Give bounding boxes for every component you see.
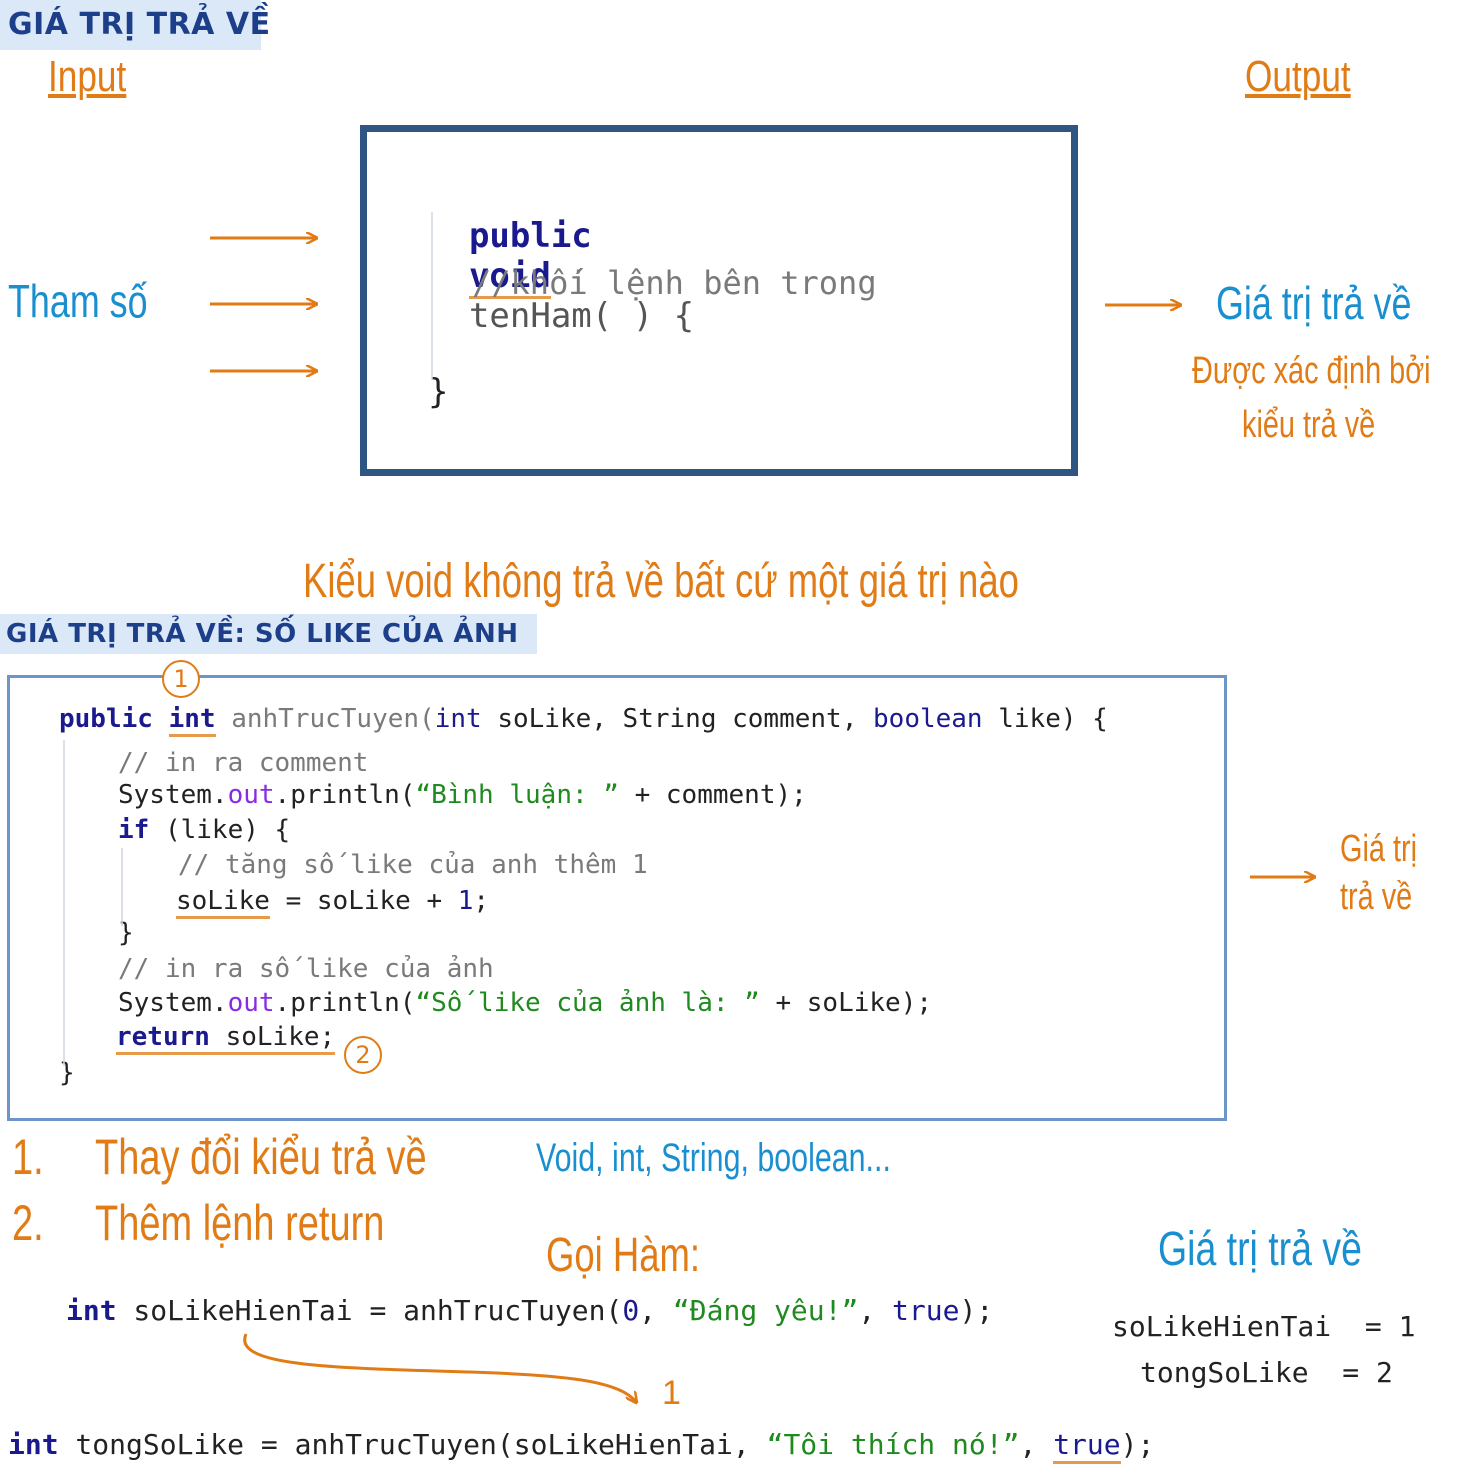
value-flow-arrow (243, 1333, 636, 1402)
arrows-layer (63, 212, 1460, 1475)
